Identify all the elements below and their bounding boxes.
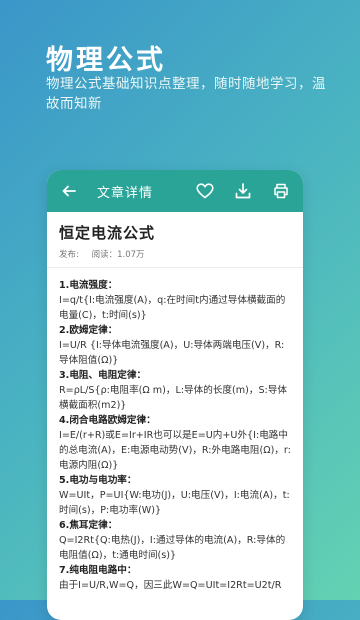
- download-icon[interactable]: [233, 181, 253, 201]
- section-text: I=U/R {I:导体电流强度(A)，U:导体两端电压(V)，R:导体阻值(Ω)…: [59, 340, 285, 366]
- article-content: 恒定电流公式 发布: 阅读：1.07万 1.电流强度： I=q/t{I:电流强度(…: [47, 212, 303, 593]
- publish-label: 发布:: [59, 250, 79, 260]
- section-heading: 6.焦耳定律：: [59, 520, 118, 531]
- section-text: Q=I2Rt{Q:电热(J)，I:通过导体的电流(A)，R:导体的电阻值(Ω)，…: [59, 535, 286, 561]
- promo-title: 物理公式: [46, 45, 166, 76]
- section-text: I=E/(r+R)或E=Ir+IR也可以是E=U内+U外{I:电路中的总电流(A…: [59, 430, 291, 471]
- section-text: R=ρL/S{ρ:电阻率(Ω m)，L:导体的长度(m)，S:导体横截面积(m2…: [59, 385, 287, 411]
- phone-mockup: 文章详情 恒定电流公式 发布: 阅读：1.07万 1.电流强度： I=q/t{I:…: [47, 170, 303, 620]
- section-heading: 4.闭合电路欧姆定律：: [59, 415, 156, 426]
- article-title: 恒定电流公式: [59, 224, 156, 242]
- section-heading: 2.欧姆定律：: [59, 325, 118, 336]
- print-icon[interactable]: [271, 181, 291, 201]
- app-bar: 文章详情: [47, 170, 303, 212]
- promo-subtitle: 物理公式基础知识点整理，随时随地学习，温故而知新: [46, 76, 326, 112]
- article-meta: 发布: 阅读：1.07万: [59, 248, 291, 260]
- heart-icon[interactable]: [195, 181, 215, 201]
- section-heading: 7.纯电阻电路中：: [59, 565, 137, 576]
- article-body: 1.电流强度： I=q/t{I:电流强度(A)，q:在时间t内通过导体横截面的电量…: [59, 278, 291, 593]
- section-heading: 3.电阻、电阻定律：: [59, 370, 147, 381]
- section-heading: 5.电功与电功率：: [59, 475, 137, 486]
- section-text: I=q/t{I:电流强度(A)，q:在时间t内通过导体横截面的电量(C)，t:时…: [59, 295, 286, 321]
- back-arrow-icon[interactable]: [59, 181, 79, 201]
- section-text: 由于I=U/R,W=Q，因三此W=Q=UIt=I2Rt=U2t/R: [59, 580, 282, 591]
- appbar-title: 文章详情: [97, 185, 154, 201]
- section-heading: 1.电流强度：: [59, 280, 118, 291]
- read-count: 阅读：1.07万: [91, 250, 145, 260]
- section-text: W=UIt，P=UI{W:电功(J)，U:电压(V)，I:电流(A)，t:时间(…: [59, 490, 290, 516]
- divider: [47, 267, 303, 268]
